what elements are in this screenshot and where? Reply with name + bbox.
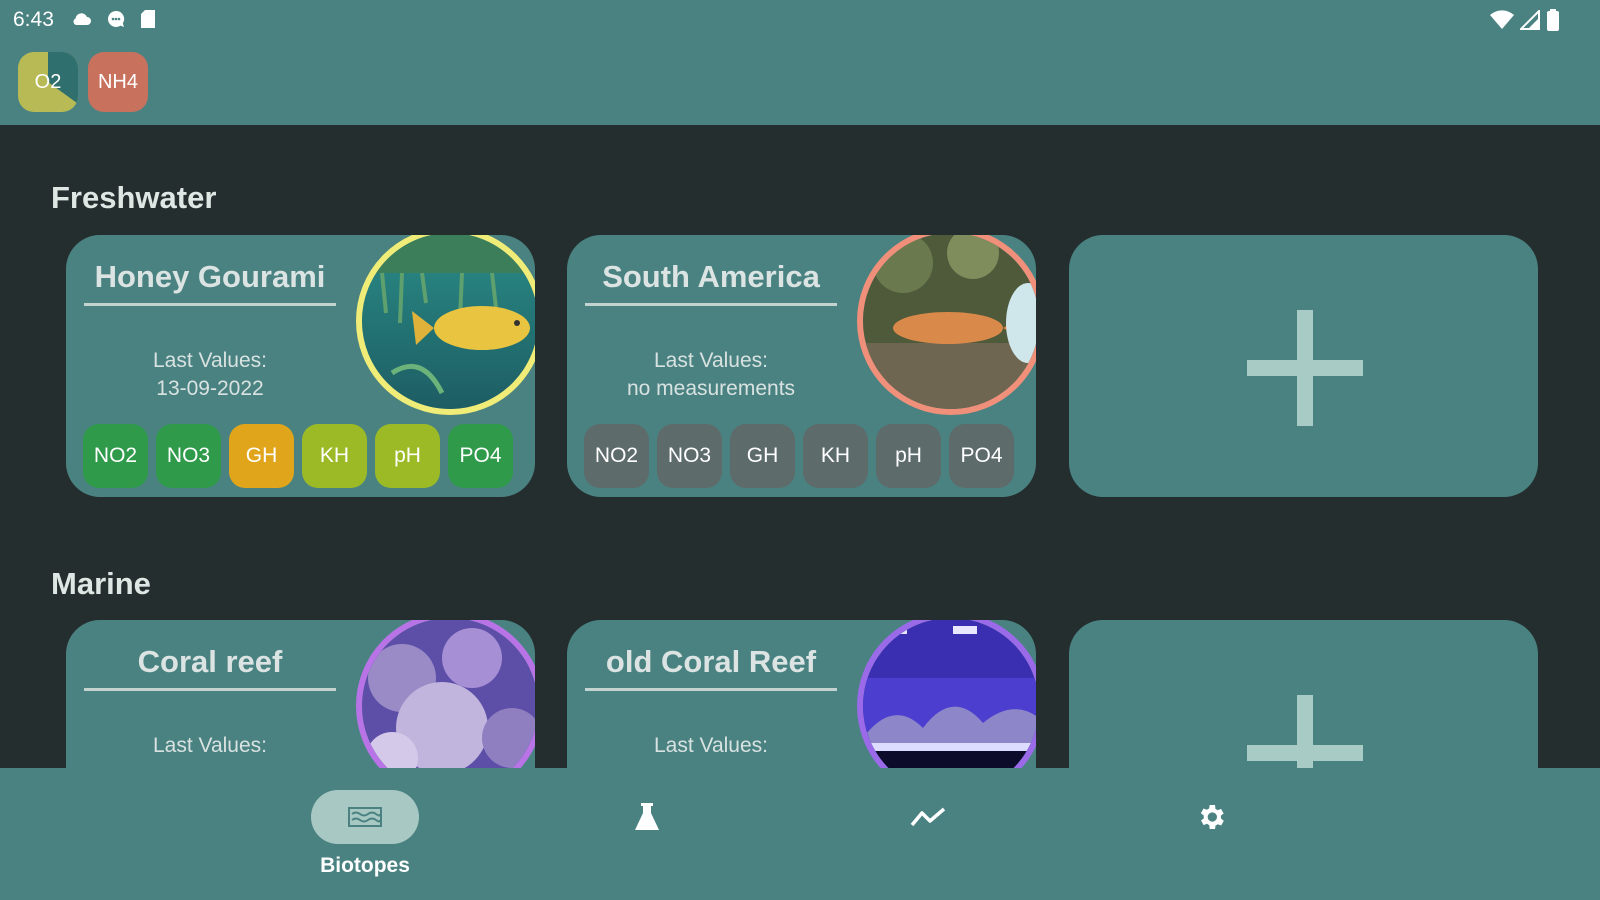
last-values-label: Last Values: (653, 734, 768, 757)
biotope-photo (857, 235, 1036, 415)
parameter-chips: NO2 NO3 GH KH pH PO4 (584, 424, 1014, 488)
biotope-card[interactable]: Honey Gourami Last Values: 13-09-2022 NO… (66, 235, 535, 497)
nav-active-indicator (311, 790, 419, 844)
signal-icon (1520, 10, 1540, 30)
gear-icon (1200, 805, 1224, 829)
nav-icon-holder (1157, 790, 1265, 844)
biotope-name: South America (585, 259, 837, 306)
battery-icon (1547, 9, 1559, 31)
cloud-icon (73, 13, 91, 25)
parameter-chip[interactable]: KH (302, 424, 367, 488)
quick-test-label: O2 (34, 70, 62, 93)
biotope-card[interactable]: South America Last Values: no measuremen… (567, 235, 1036, 497)
last-values-label: Last Values: (152, 734, 267, 757)
flask-icon (635, 803, 659, 830)
parameter-chips: NO2 NO3 GH KH pH PO4 (83, 424, 513, 488)
parameter-chip[interactable]: PO4 (448, 424, 513, 488)
nav-statistics[interactable] (854, 790, 1004, 890)
status-left-icons (70, 9, 156, 29)
last-values-date: 13-09-2022 (156, 377, 264, 400)
status-right-icons (1490, 9, 1560, 31)
top-app-bar: 6:43 O2 NH4 (0, 0, 1600, 125)
nav-settings[interactable] (1136, 790, 1286, 890)
aquarium-icon (348, 807, 382, 827)
parameter-chip[interactable]: NO3 (657, 424, 722, 488)
add-biotope-button[interactable] (1069, 235, 1538, 497)
bottom-navigation: Biotopes (0, 768, 1600, 900)
last-values-date: no measurements (626, 377, 796, 400)
parameter-chip[interactable]: NO3 (156, 424, 221, 488)
parameter-chip[interactable]: NO2 (584, 424, 649, 488)
parameter-chip[interactable]: KH (803, 424, 868, 488)
sd-card-icon (141, 10, 155, 28)
quick-test-o2[interactable]: O2 (18, 52, 78, 112)
parameter-chip[interactable]: pH (375, 424, 440, 488)
parameter-chip[interactable]: GH (229, 424, 294, 488)
biotope-name: old Coral Reef (585, 644, 837, 691)
biotope-name: Honey Gourami (84, 259, 336, 306)
quick-test-label: NH4 (97, 70, 138, 93)
quick-test-nh4[interactable]: NH4 (88, 52, 148, 112)
status-time: 6:43 (13, 8, 54, 31)
nav-tests[interactable] (572, 790, 722, 890)
parameter-chip[interactable]: PO4 (949, 424, 1014, 488)
parameter-chip[interactable]: NO2 (83, 424, 148, 488)
last-values-label: Last Values: (152, 349, 267, 372)
nav-icon-holder (593, 790, 701, 844)
nav-icon-holder (875, 790, 983, 844)
parameter-chip[interactable]: pH (876, 424, 941, 488)
last-values-label: Last Values: (653, 349, 768, 372)
nav-label: Biotopes (320, 854, 410, 877)
section-title-freshwater: Freshwater (51, 180, 217, 215)
biotope-name: Coral reef (84, 644, 336, 691)
parameter-chip[interactable]: GH (730, 424, 795, 488)
trend-icon (910, 807, 946, 827)
biotope-photo (356, 235, 535, 415)
section-title-marine: Marine (51, 566, 151, 601)
plus-icon (1247, 310, 1363, 426)
chat-icon (107, 10, 125, 27)
wifi-icon (1490, 10, 1514, 29)
nav-biotopes[interactable]: Biotopes (290, 790, 440, 890)
